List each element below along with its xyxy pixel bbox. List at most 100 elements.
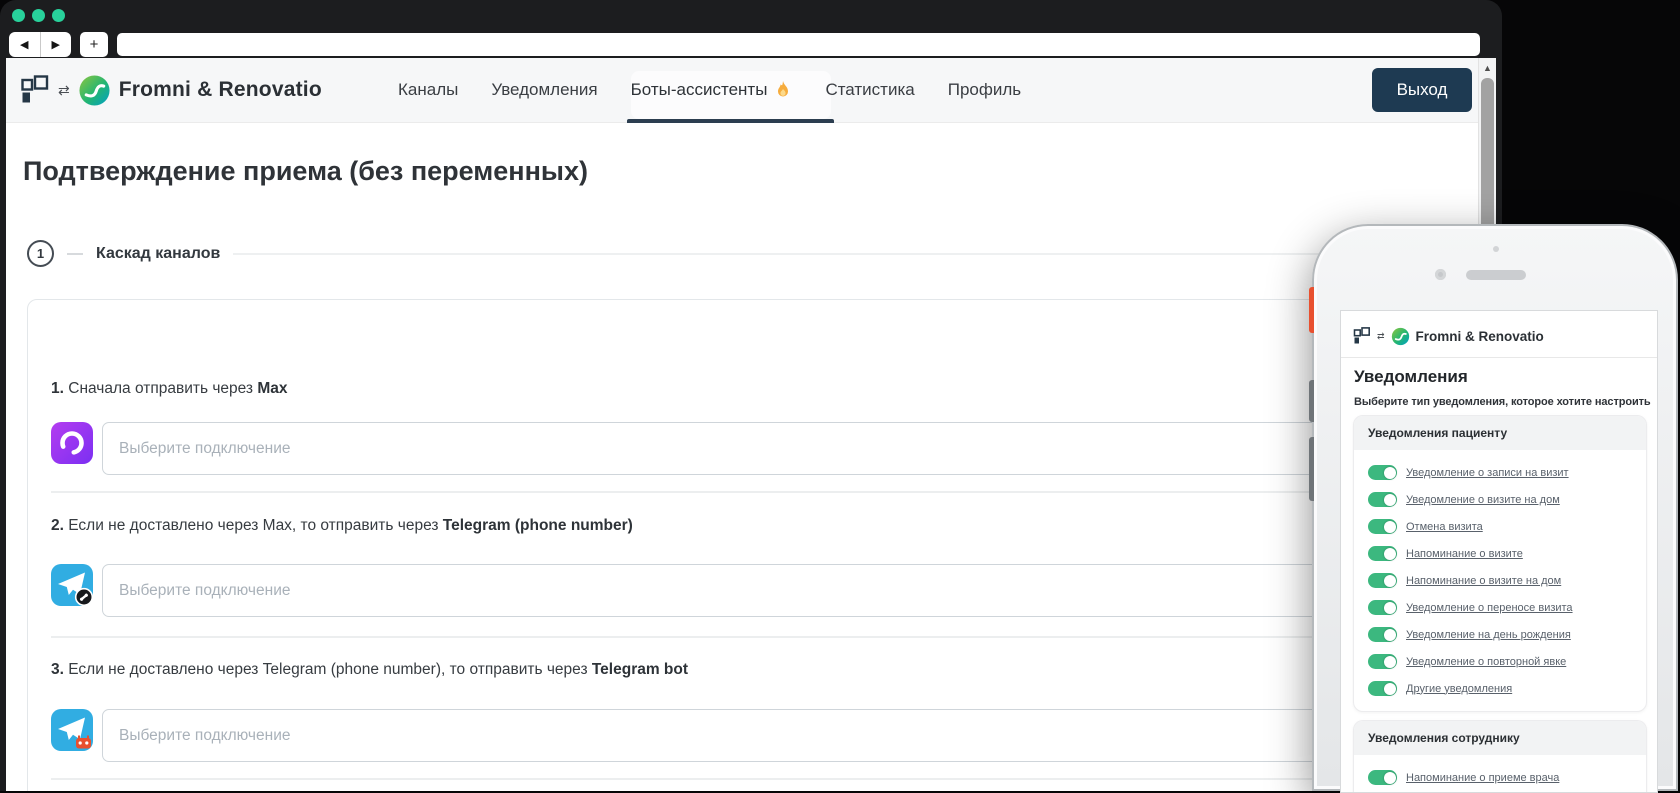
back-icon: ◀ bbox=[20, 38, 29, 51]
active-tab-underline bbox=[627, 119, 834, 123]
forward-button[interactable]: ▶ bbox=[39, 31, 72, 57]
step-dash bbox=[67, 252, 83, 255]
divider bbox=[51, 636, 1449, 638]
window-control-dot-3[interactable] bbox=[52, 9, 65, 22]
toggle-switch-on[interactable] bbox=[1368, 465, 1397, 480]
section-rule bbox=[233, 252, 1456, 255]
swap-arrows-icon: ⇄ bbox=[58, 81, 70, 98]
phone-speaker bbox=[1466, 270, 1526, 280]
brand-logo: ⇄ Fromni & Renovatio bbox=[20, 58, 322, 122]
cascade-item-1-label: 1. Сначала отправить через Max bbox=[51, 380, 288, 397]
address-bar bbox=[117, 32, 1480, 56]
logout-button[interactable]: Выход bbox=[1372, 68, 1472, 112]
nav-item-profile[interactable]: Профиль bbox=[948, 80, 1021, 100]
connection-input-2[interactable] bbox=[102, 564, 1449, 617]
notification-link[interactable]: Напоминание о приеме врача bbox=[1406, 772, 1559, 784]
toggle-switch-on[interactable] bbox=[1368, 681, 1397, 696]
toggle-row: Напоминание о визите на дом bbox=[1368, 567, 1646, 594]
connection-input-1[interactable] bbox=[102, 422, 1449, 475]
toggle-switch-on[interactable] bbox=[1368, 519, 1397, 534]
cascade-item-2-label: 2. Если не доставлено через Max, то отпр… bbox=[51, 517, 633, 534]
toggle-switch-on[interactable] bbox=[1368, 627, 1397, 642]
notification-link[interactable]: Уведомление о визите на дом bbox=[1406, 494, 1560, 506]
phone-brand-name: Fromni & Renovatio bbox=[1415, 328, 1544, 344]
nav-item-statistics[interactable]: Статистика bbox=[825, 80, 914, 100]
new-tab-button[interactable]: + bbox=[80, 31, 108, 57]
toggle-row: Уведомление на день рождения bbox=[1368, 621, 1646, 648]
window-control-dot-2[interactable] bbox=[32, 9, 45, 22]
toggle-switch-on[interactable] bbox=[1368, 573, 1397, 588]
fromni-logo-icon bbox=[1353, 327, 1370, 344]
toggle-switch-on[interactable] bbox=[1368, 770, 1397, 785]
notification-link[interactable]: Уведомление на день рождения bbox=[1406, 629, 1571, 641]
history-nav-group: ◀ ▶ bbox=[9, 31, 72, 57]
scrollbar-up-button[interactable]: ▲ bbox=[1479, 60, 1496, 76]
phone-screen-title: Уведомления bbox=[1354, 367, 1468, 386]
main-nav: Каналы Уведомления Боты-ассистенты Стати… bbox=[398, 58, 1021, 122]
page-viewport: ⇄ Fromni & Renovatio Каналы Уведомления bbox=[6, 58, 1496, 791]
nav-item-bot-assistants[interactable]: Боты-ассистенты bbox=[631, 80, 793, 100]
notification-link[interactable]: Уведомление о записи на визит bbox=[1406, 467, 1569, 479]
renovatio-logo-icon bbox=[1391, 327, 1409, 345]
patient-notifications-card: Уведомления пациенту Уведомление о запис… bbox=[1353, 415, 1647, 712]
toggle-row: Напоминание о приеме врача bbox=[1368, 764, 1646, 791]
employee-notifications-card: Уведомления сотруднику Напоминание о при… bbox=[1353, 720, 1647, 792]
toggle-row: Уведомление о повторной явке bbox=[1368, 648, 1646, 675]
brand-name: Fromni & Renovatio bbox=[118, 78, 322, 101]
telegram-phone-icon bbox=[51, 564, 93, 606]
toggle-switch-on[interactable] bbox=[1368, 546, 1397, 561]
browser-window: ◀ ▶ + ⇄ Fromni & Renovatio Каналы Уведом… bbox=[0, 0, 1502, 791]
phone-screen: ⇄ Fromni & Renovatio Уведомления Выберит… bbox=[1340, 310, 1658, 793]
plus-icon: + bbox=[89, 35, 99, 53]
browser-toolbar: ◀ ▶ + bbox=[0, 30, 1502, 58]
section-label: Каскад каналов bbox=[96, 244, 221, 262]
cascade-item-3-label: 3. Если не доставлено через Telegram (ph… bbox=[51, 661, 689, 678]
page-title: Подтверждение приема (без переменных) bbox=[23, 156, 588, 186]
flame-icon bbox=[778, 81, 789, 97]
swap-arrows-icon: ⇄ bbox=[1377, 330, 1385, 341]
phone-sensor-dot bbox=[1493, 246, 1499, 252]
cascade-card: 1. Сначала отправить через Max 2. Если н… bbox=[27, 299, 1464, 791]
phone-camera bbox=[1435, 269, 1446, 280]
employee-card-title: Уведомления сотруднику bbox=[1354, 721, 1646, 755]
toggle-switch-on[interactable] bbox=[1368, 654, 1397, 669]
employee-toggle-list: Напоминание о приеме врача bbox=[1354, 755, 1646, 791]
step-number-badge: 1 bbox=[27, 240, 54, 267]
toggle-switch-on[interactable] bbox=[1368, 492, 1397, 507]
toggle-switch-on[interactable] bbox=[1368, 600, 1397, 615]
notification-link[interactable]: Уведомление о повторной явке bbox=[1406, 656, 1566, 668]
notification-link[interactable]: Отмена визита bbox=[1406, 521, 1483, 533]
notification-link[interactable]: Другие уведомления bbox=[1406, 683, 1512, 695]
max-icon bbox=[51, 422, 93, 464]
toggle-row: Уведомление о записи на визит bbox=[1368, 459, 1646, 486]
nav-item-notifications[interactable]: Уведомления bbox=[491, 80, 597, 100]
cascade-section-header: 1 Каскад каналов bbox=[27, 240, 1456, 267]
toggle-row: Напоминание о визите bbox=[1368, 540, 1646, 567]
forward-icon: ▶ bbox=[51, 38, 60, 51]
app-header: ⇄ Fromni & Renovatio Каналы Уведомления bbox=[6, 58, 1478, 123]
phone-screen-subtitle: Выберите тип уведомления, которое хотите… bbox=[1354, 396, 1651, 408]
divider bbox=[51, 778, 1449, 780]
notification-link[interactable]: Напоминание о визите на дом bbox=[1406, 575, 1561, 587]
telegram-bot-icon bbox=[51, 709, 93, 751]
phone-mute-switch bbox=[1309, 287, 1314, 333]
window-titlebar bbox=[0, 0, 1502, 30]
toggle-row: Отмена визита bbox=[1368, 513, 1646, 540]
patient-toggle-list: Уведомление о записи на визит Уведомлени… bbox=[1354, 450, 1646, 702]
connection-input-3[interactable] bbox=[102, 709, 1449, 762]
phone-mockup: ⇄ Fromni & Renovatio Уведомления Выберит… bbox=[1309, 224, 1678, 793]
window-control-dot-1[interactable] bbox=[12, 9, 25, 22]
scroll-up-icon: ▲ bbox=[1483, 63, 1492, 73]
fromni-logo-icon bbox=[21, 75, 49, 103]
notification-link[interactable]: Уведомление о переносе визита bbox=[1406, 602, 1573, 614]
phone-volume-up-button bbox=[1309, 380, 1314, 422]
phone-brand-logo: ⇄ Fromni & Renovatio bbox=[1353, 323, 1544, 349]
address-input[interactable] bbox=[117, 32, 1480, 56]
toggle-row: Уведомление о переносе визита bbox=[1368, 594, 1646, 621]
toggle-row: Уведомление о визите на дом bbox=[1368, 486, 1646, 513]
phone-header-divider bbox=[1341, 357, 1657, 358]
nav-item-channels[interactable]: Каналы bbox=[398, 80, 458, 100]
notification-link[interactable]: Напоминание о визите bbox=[1406, 548, 1523, 560]
toggle-row: Другие уведомления bbox=[1368, 675, 1646, 702]
back-button[interactable]: ◀ bbox=[9, 32, 40, 57]
